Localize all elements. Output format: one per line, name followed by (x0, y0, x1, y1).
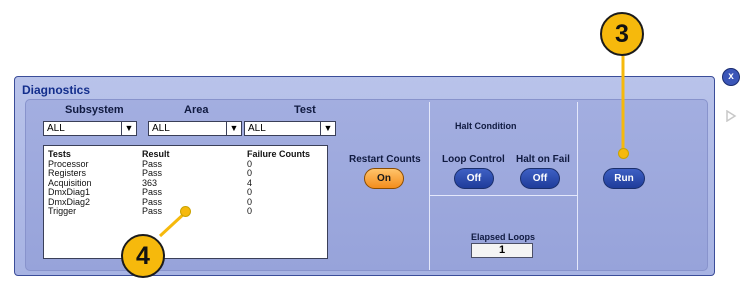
callout-dot (180, 206, 191, 217)
callout-badge-4: 4 (121, 234, 165, 278)
callout-dot (618, 148, 629, 159)
callout-badge-3: 3 (600, 12, 644, 56)
